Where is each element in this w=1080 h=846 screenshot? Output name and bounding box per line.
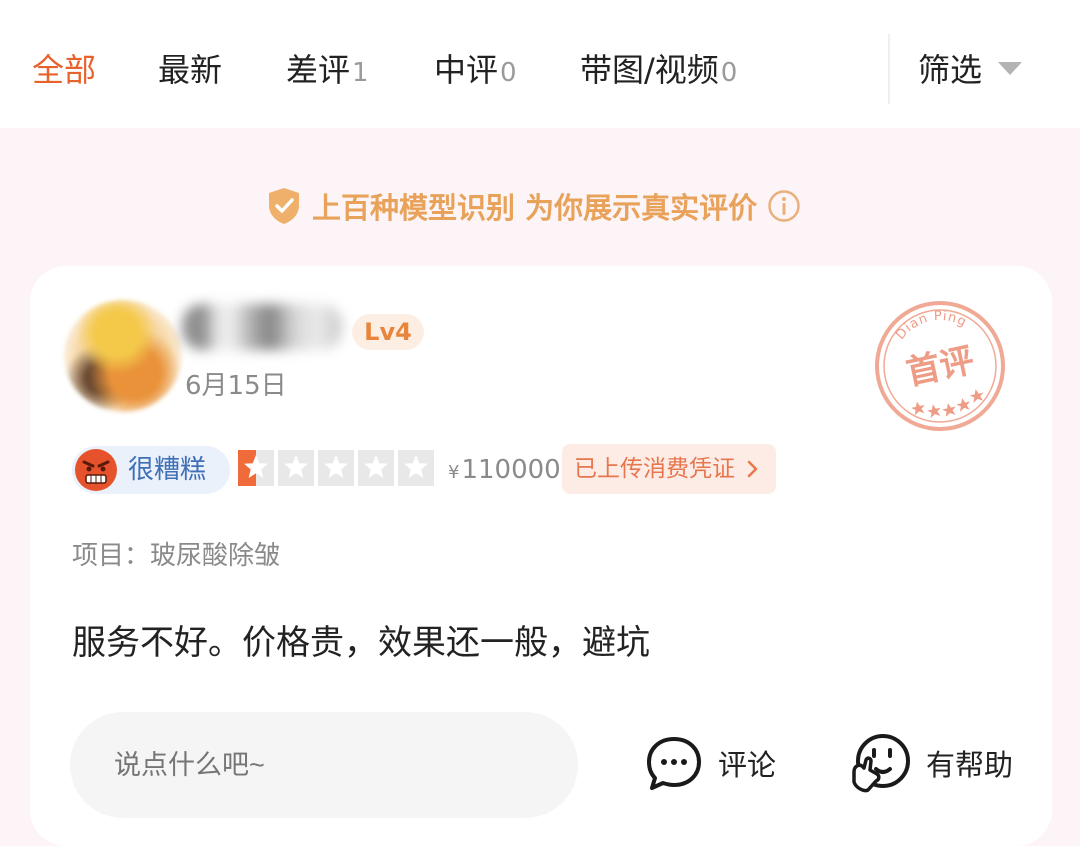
star-2 bbox=[278, 450, 314, 486]
sentiment-label: 很糟糕 bbox=[128, 455, 207, 485]
tab-all-label: 全部 bbox=[32, 51, 97, 89]
info-icon[interactable] bbox=[767, 189, 801, 223]
first-review-stamp: Dian Ping 首评 bbox=[875, 301, 1005, 431]
price-value: 110000 bbox=[461, 455, 561, 485]
caret-down-icon[interactable] bbox=[998, 62, 1022, 75]
sentiment-badge: 很糟糕 bbox=[72, 446, 230, 494]
username-blurred[interactable] bbox=[182, 304, 342, 350]
filter-button[interactable]: 筛选 bbox=[918, 48, 982, 92]
comment-input[interactable] bbox=[70, 712, 578, 818]
notice-text: 上百种模型识别 为你展示真实评价 bbox=[312, 191, 758, 225]
star-1 bbox=[238, 450, 274, 486]
review-content: 服务不好。价格贵，效果还一般，避坑 bbox=[72, 623, 650, 663]
tab-neutral[interactable]: 中评0 bbox=[434, 48, 517, 92]
review-tabbar: 全部 最新 差评1 中评0 带图/视频0 筛选 bbox=[0, 0, 1080, 128]
thumbs-up-face-icon bbox=[852, 734, 910, 793]
proof-label: 已上传消费凭证 bbox=[574, 456, 735, 482]
tab-latest-label: 最新 bbox=[158, 51, 223, 89]
comment-bubble-icon bbox=[647, 737, 701, 790]
filter-label: 筛选 bbox=[918, 51, 983, 89]
helpful-label: 有帮助 bbox=[926, 748, 1014, 782]
tab-media[interactable]: 带图/视频0 bbox=[580, 48, 737, 92]
tab-latest[interactable]: 最新 bbox=[158, 48, 222, 92]
comment-button[interactable]: 评论 bbox=[644, 732, 776, 794]
chevron-right-icon bbox=[748, 460, 758, 478]
tab-negative[interactable]: 差评1 bbox=[286, 48, 369, 92]
comment-label: 评论 bbox=[718, 748, 777, 782]
authenticity-notice: 上百种模型识别 为你展示真实评价 bbox=[266, 184, 801, 228]
svg-text:Dian Ping: Dian Ping bbox=[890, 302, 972, 345]
tab-negative-count: 1 bbox=[352, 58, 369, 88]
project-text: 项目：玻尿酸除皱 bbox=[72, 541, 281, 571]
review-date: 6月15日 bbox=[185, 371, 287, 401]
price: ¥110000 bbox=[448, 450, 561, 493]
tab-negative-label: 差评 bbox=[286, 51, 351, 89]
tab-neutral-label: 中评 bbox=[434, 51, 499, 89]
avatar[interactable] bbox=[64, 300, 182, 412]
user-level-badge: Lv4 bbox=[352, 314, 424, 350]
tab-divider bbox=[888, 34, 890, 104]
helpful-button[interactable]: 有帮助 bbox=[850, 732, 1013, 794]
price-symbol: ¥ bbox=[448, 462, 460, 483]
tab-media-label: 带图/视频 bbox=[580, 51, 719, 89]
stamp-arc-text: Dian Ping bbox=[890, 302, 972, 345]
angry-face-icon bbox=[75, 449, 117, 491]
consumption-proof-badge[interactable]: 已上传消费凭证 bbox=[562, 444, 776, 494]
shield-check-icon bbox=[269, 188, 299, 224]
star-3 bbox=[318, 450, 354, 486]
stamp-main-text: 首评 bbox=[903, 340, 978, 393]
tab-all[interactable]: 全部 bbox=[32, 48, 96, 92]
tab-neutral-count: 0 bbox=[500, 58, 517, 88]
tab-media-count: 0 bbox=[720, 58, 738, 88]
star-5 bbox=[398, 450, 434, 486]
star-rating bbox=[238, 450, 434, 486]
star-4 bbox=[358, 450, 394, 486]
